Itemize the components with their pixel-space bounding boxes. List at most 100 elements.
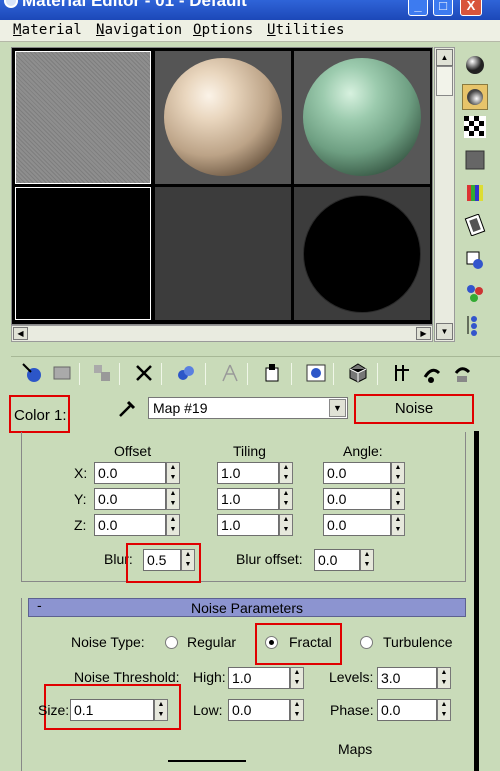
blur-offset-label: Blur offset: xyxy=(236,551,303,567)
sample-slot-5[interactable] xyxy=(155,187,291,320)
tiling-x-spinner[interactable]: 1.0 ▲ ▼ xyxy=(217,462,293,484)
slots-vertical-scrollbar[interactable]: ▲ ▼ xyxy=(434,47,455,342)
map-type-button[interactable]: Noise xyxy=(354,394,474,424)
close-button[interactable]: X xyxy=(460,0,482,16)
blur-field[interactable]: 0.5 xyxy=(143,549,181,571)
angle-z-spinner[interactable]: 0.0 ▲ ▼ xyxy=(323,514,405,536)
offset-z-spinner[interactable]: 0.0 ▲ ▼ xyxy=(94,514,180,536)
scroll-up-arrow-icon[interactable]: ▲ xyxy=(436,49,453,66)
tiling-y-field[interactable]: 1.0 xyxy=(217,488,279,510)
menu-bar: Material Navigation Options Utilities xyxy=(0,20,500,42)
map-name-dropdown[interactable]: Map #19 ▼ xyxy=(148,397,348,419)
noise-type-regular-radio[interactable] xyxy=(165,636,178,649)
blur-offset-field[interactable]: 0.0 xyxy=(314,549,360,571)
axis-x-label: X: xyxy=(74,465,88,481)
menu-navigation-label: avigation xyxy=(104,22,183,38)
minimize-button[interactable]: _ xyxy=(408,0,428,16)
angle-y-spinner[interactable]: 0.0 ▲ ▼ xyxy=(323,488,405,510)
tiling-x-field[interactable]: 1.0 xyxy=(217,462,279,484)
low-field[interactable]: 0.0 xyxy=(228,699,290,721)
menu-options[interactable]: Options xyxy=(193,22,253,38)
size-spinner[interactable]: 0.1 ▲ ▼ xyxy=(70,699,168,721)
material-map-navigator-icon[interactable] xyxy=(462,312,488,338)
noise-type-regular-label: Regular xyxy=(187,634,237,650)
make-unique-icon[interactable] xyxy=(173,360,199,386)
scroll-down-arrow-icon[interactable]: ▼ xyxy=(436,323,453,340)
sample-type-sphere-icon[interactable] xyxy=(462,52,488,78)
color-1-highlight: Color 1: xyxy=(9,395,70,433)
make-preview-film-icon[interactable] xyxy=(462,212,488,238)
sample-slot-4[interactable] xyxy=(15,187,151,320)
select-by-material-icon[interactable] xyxy=(462,280,488,306)
tiling-z-field[interactable]: 1.0 xyxy=(217,514,279,536)
axis-z-label: Z: xyxy=(74,517,87,533)
scroll-thumb[interactable] xyxy=(436,66,453,96)
levels-spinner[interactable]: 3.0 ▲ ▼ xyxy=(377,667,451,689)
menu-material-label: aterial xyxy=(21,22,83,38)
scroll-left-arrow-icon[interactable]: ◀ xyxy=(13,327,28,340)
tiling-z-spinner[interactable]: 1.0 ▲ ▼ xyxy=(217,514,293,536)
angle-z-field[interactable]: 0.0 xyxy=(323,514,391,536)
put-material-to-scene-icon[interactable] xyxy=(49,360,75,386)
go-forward-to-sibling-icon[interactable] xyxy=(419,360,445,386)
phase-label: Phase: xyxy=(330,702,374,718)
levels-label: Levels: xyxy=(329,669,374,685)
show-map-in-viewport-icon[interactable] xyxy=(303,360,329,386)
menu-navigation-mnemonic: N xyxy=(96,22,105,38)
material-effects-channel-icon[interactable] xyxy=(259,360,285,386)
chevron-down-icon[interactable]: ▼ xyxy=(329,399,346,417)
maximize-button[interactable]: □ xyxy=(433,0,453,16)
assign-material-icon[interactable] xyxy=(89,360,115,386)
scroll-right-arrow-icon[interactable]: ▶ xyxy=(416,327,431,340)
maps-label: Maps xyxy=(338,741,373,757)
sample-slot-2[interactable] xyxy=(155,51,291,184)
backlight-icon[interactable] xyxy=(462,84,488,110)
angle-x-field[interactable]: 0.0 xyxy=(323,462,391,484)
put-to-library-icon[interactable] xyxy=(217,360,243,386)
size-field[interactable]: 0.1 xyxy=(70,699,154,721)
divider xyxy=(168,760,246,762)
low-spinner[interactable]: 0.0 ▲ ▼ xyxy=(228,699,304,721)
sample-uv-tiling-icon[interactable] xyxy=(462,147,488,173)
offset-z-field[interactable]: 0.0 xyxy=(94,514,166,536)
high-field[interactable]: 1.0 xyxy=(228,667,290,689)
sample-slot-6[interactable] xyxy=(294,187,430,320)
cream-sphere-preview xyxy=(164,58,282,176)
green-sphere-preview xyxy=(303,58,421,176)
title-bar: Material Editor - 01 - Default _ □ X xyxy=(0,0,500,20)
noise-type-turbulence-radio[interactable] xyxy=(360,636,373,649)
offset-x-field[interactable]: 0.0 xyxy=(94,462,166,484)
offset-x-spinner[interactable]: 0.0 ▲ ▼ xyxy=(94,462,180,484)
noise-parameters-rollout-header[interactable]: - Noise Parameters xyxy=(28,597,466,617)
go-to-parent-icon[interactable] xyxy=(389,360,415,386)
menu-material[interactable]: Material xyxy=(13,22,82,38)
pick-material-icon[interactable] xyxy=(449,360,475,386)
menu-navigation[interactable]: Navigation xyxy=(96,22,182,38)
slots-horizontal-scrollbar[interactable]: ◀ ▶ xyxy=(11,325,433,342)
blur-offset-spinner[interactable]: 0.0 ▲ ▼ xyxy=(314,549,374,571)
options-icon[interactable] xyxy=(462,247,488,273)
tiling-y-spinner[interactable]: 1.0 ▲ ▼ xyxy=(217,488,293,510)
offset-y-field[interactable]: 0.0 xyxy=(94,488,166,510)
eyedropper-icon[interactable] xyxy=(116,396,140,420)
sample-slot-3[interactable] xyxy=(294,51,430,184)
blur-spinner[interactable]: 0.5 ▲ ▼ xyxy=(143,549,195,571)
angle-y-field[interactable]: 0.0 xyxy=(323,488,391,510)
menu-utilities[interactable]: Utilities xyxy=(267,22,345,38)
sample-slot-1[interactable] xyxy=(15,51,151,184)
levels-field[interactable]: 3.0 xyxy=(377,667,437,689)
tiling-header: Tiling xyxy=(233,443,266,459)
panel-scroll-track[interactable] xyxy=(474,431,479,771)
angle-x-spinner[interactable]: 0.0 ▲ ▼ xyxy=(323,462,405,484)
phase-field[interactable]: 0.0 xyxy=(377,699,437,721)
low-label: Low: xyxy=(193,702,223,718)
get-material-icon[interactable] xyxy=(19,360,45,386)
video-color-check-icon[interactable] xyxy=(462,180,488,206)
offset-y-spinner[interactable]: 0.0 ▲ ▼ xyxy=(94,488,180,510)
noise-type-fractal-radio[interactable] xyxy=(265,636,278,649)
background-checker-icon[interactable] xyxy=(462,114,488,140)
phase-spinner[interactable]: 0.0 ▲ ▼ xyxy=(377,699,451,721)
high-spinner[interactable]: 1.0 ▲ ▼ xyxy=(228,667,304,689)
reset-map-delete-icon[interactable] xyxy=(131,360,157,386)
show-end-result-icon[interactable] xyxy=(345,360,371,386)
